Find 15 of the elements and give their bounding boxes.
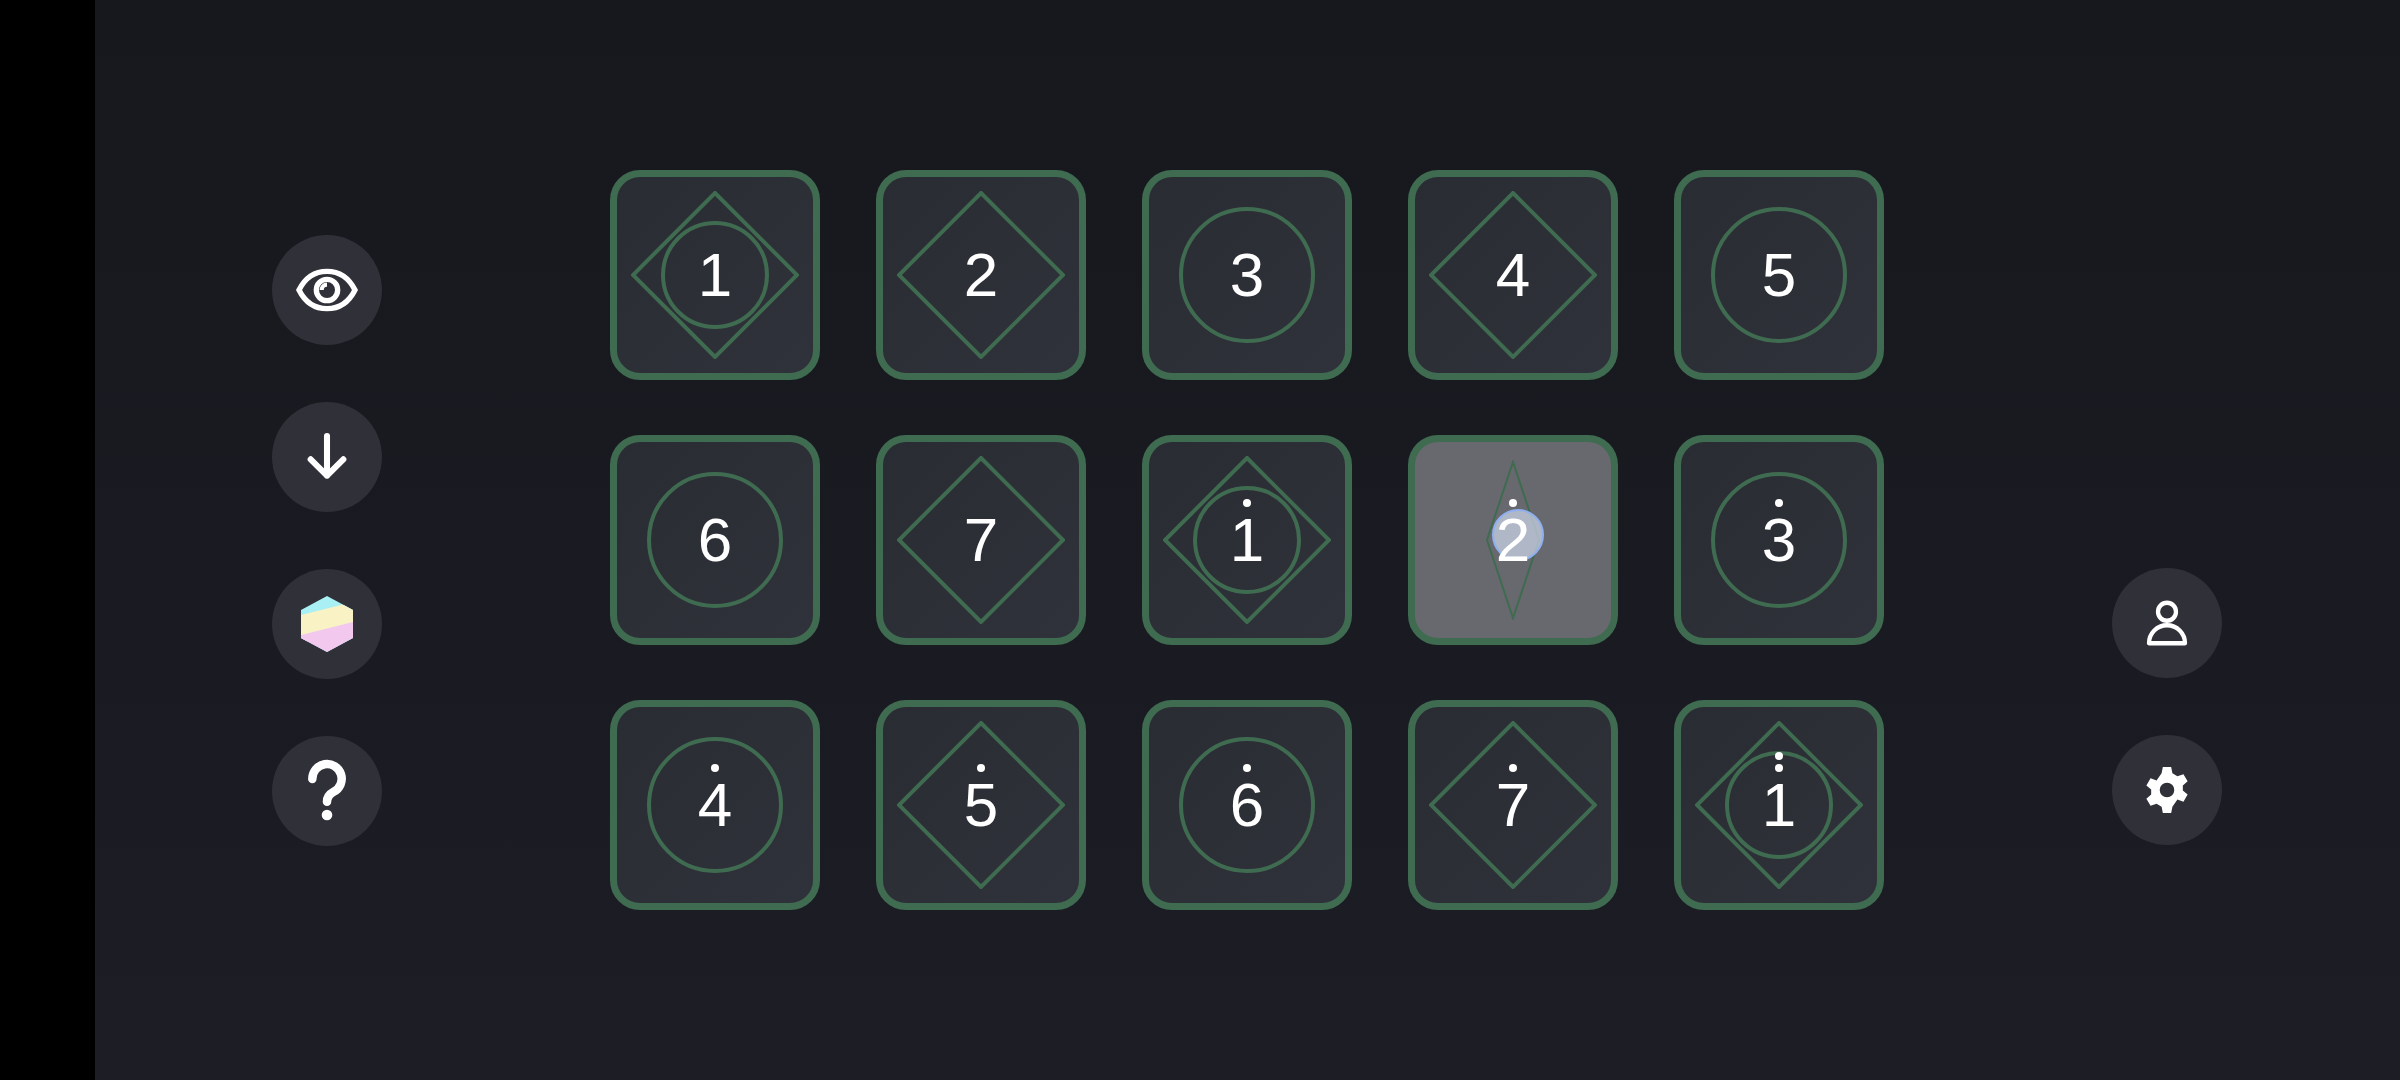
note-pad[interactable]: 5: [876, 700, 1086, 910]
touch-point: [1492, 509, 1544, 561]
note-pad[interactable]: 7: [876, 435, 1086, 645]
note-pad[interactable]: 6: [1142, 700, 1352, 910]
note-pad[interactable]: 1: [1142, 435, 1352, 645]
note-pad[interactable]: 2: [876, 170, 1086, 380]
note-pad[interactable]: 5: [1674, 170, 1884, 380]
note-pad[interactable]: 3: [1674, 435, 1884, 645]
note-pad[interactable]: 4: [610, 700, 820, 910]
note-pad[interactable]: 1: [1674, 700, 1884, 910]
note-pad[interactable]: 1: [610, 170, 820, 380]
note-pad[interactable]: 4: [1408, 170, 1618, 380]
note-pad[interactable]: 7: [1408, 700, 1618, 910]
note-pad[interactable]: 3: [1142, 170, 1352, 380]
note-pad[interactable]: 6: [610, 435, 820, 645]
